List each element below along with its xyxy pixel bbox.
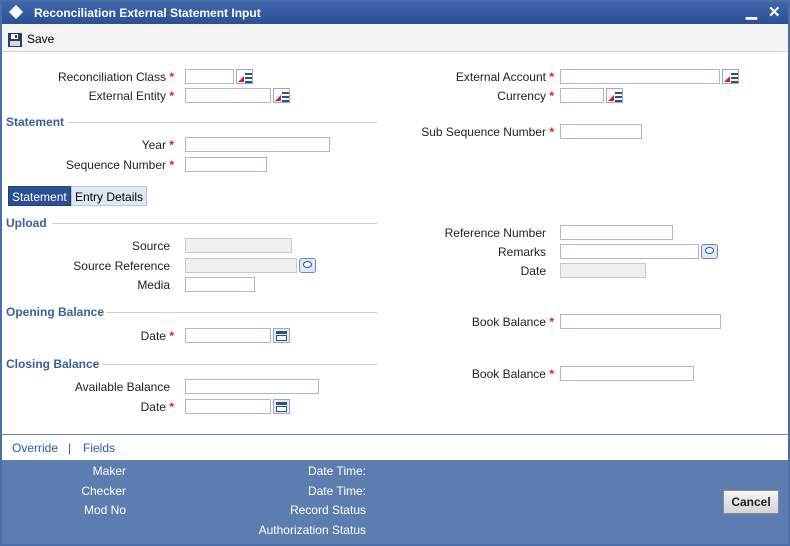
media-label: Media (137, 278, 170, 292)
opening-date-label: Date * (140, 329, 174, 343)
source-reference-comment-icon[interactable] (299, 258, 316, 273)
authorization-status-label: Authorization Status (258, 523, 366, 537)
checker-label: Checker (81, 484, 126, 498)
tab-statement[interactable]: Statement (8, 186, 71, 206)
upload-date-label: Date (520, 264, 546, 278)
toolbar: Save (2, 24, 788, 52)
maker-date-time-label: Date Time: (307, 464, 366, 478)
override-link[interactable]: Override (12, 441, 58, 455)
cancel-button[interactable]: Cancel (723, 490, 779, 514)
source-reference-input (185, 258, 297, 273)
upload-section-title: Upload (6, 216, 47, 230)
external-entity-label: External Entity * (88, 89, 174, 103)
closing-balance-section-divider (102, 364, 377, 365)
remarks-label: Remarks (497, 245, 546, 259)
upload-date-input (560, 263, 646, 278)
external-entity-lov-icon[interactable] (273, 88, 290, 103)
opening-book-balance-input[interactable] (560, 314, 721, 329)
reconciliation-class-label: Reconciliation Class * (57, 70, 174, 84)
year-label: Year * (141, 138, 174, 152)
opening-date-input[interactable] (185, 328, 271, 343)
remarks-input[interactable] (560, 244, 699, 259)
year-input[interactable] (185, 137, 330, 152)
available-balance-label: Available Balance (74, 380, 170, 394)
sub-sequence-number-label: Sub Sequence Number * (421, 125, 554, 139)
window-menu-icon[interactable] (8, 4, 24, 20)
opening-book-balance-label: Book Balance * (471, 315, 554, 329)
reference-number-label: Reference Number (444, 226, 546, 240)
opening-balance-section-divider (106, 312, 377, 313)
link-bar: Override | Fields (2, 434, 788, 460)
mod-no-label: Mod No (83, 503, 126, 517)
sub-sequence-number-input[interactable] (560, 124, 642, 139)
external-account-label: External Account * (455, 70, 554, 84)
audit-footer: Maker Checker Mod No Date Time: Date Tim… (2, 460, 788, 544)
fields-link[interactable]: Fields (83, 441, 115, 455)
sequence-number-label: Sequence Number * (65, 158, 174, 172)
available-balance-input[interactable] (185, 379, 319, 394)
source-reference-label: Source Reference (73, 259, 170, 273)
closing-book-balance-input[interactable] (560, 366, 694, 381)
record-status-label: Record Status (289, 503, 366, 517)
link-separator: | (68, 441, 72, 455)
reconciliation-class-lov-icon[interactable] (236, 69, 253, 84)
currency-input[interactable] (560, 88, 604, 103)
currency-label: Currency * (497, 89, 554, 103)
media-input[interactable] (185, 277, 255, 292)
remarks-comment-icon[interactable] (701, 244, 718, 259)
reference-number-input[interactable] (560, 225, 673, 240)
reconciliation-external-statement-window: Reconciliation External Statement Input … (0, 0, 790, 546)
window-title: Reconciliation External Statement Input (34, 6, 261, 20)
closing-book-balance-label: Book Balance * (471, 367, 554, 381)
external-entity-input[interactable] (185, 88, 271, 103)
closing-date-input[interactable] (185, 399, 271, 414)
statement-section-title: Statement (6, 115, 65, 129)
floppy-disk-icon (7, 32, 23, 51)
title-bar: Reconciliation External Statement Input … (2, 2, 788, 24)
opening-date-calendar-icon[interactable] (273, 328, 290, 343)
tab-entry-details[interactable]: Entry Details (71, 186, 148, 206)
source-input (185, 238, 292, 253)
closing-date-calendar-icon[interactable] (273, 399, 290, 414)
external-account-lov-icon[interactable] (722, 69, 739, 84)
minimize-button[interactable]: ▁ (746, 3, 757, 20)
statement-section-divider (68, 122, 377, 123)
sequence-number-input[interactable] (185, 157, 267, 172)
upload-section-divider (52, 223, 377, 224)
currency-lov-icon[interactable] (606, 88, 623, 103)
maker-label: Maker (92, 464, 126, 478)
close-button[interactable]: ✕ (768, 3, 781, 21)
closing-balance-section-title: Closing Balance (6, 357, 100, 371)
external-account-input[interactable] (560, 69, 720, 84)
checker-date-time-label: Date Time: (307, 484, 366, 498)
source-label: Source (131, 239, 170, 253)
save-label: Save (27, 32, 55, 46)
reconciliation-class-input[interactable] (185, 69, 234, 84)
closing-date-label: Date * (140, 400, 174, 414)
opening-balance-section-title: Opening Balance (6, 305, 105, 319)
